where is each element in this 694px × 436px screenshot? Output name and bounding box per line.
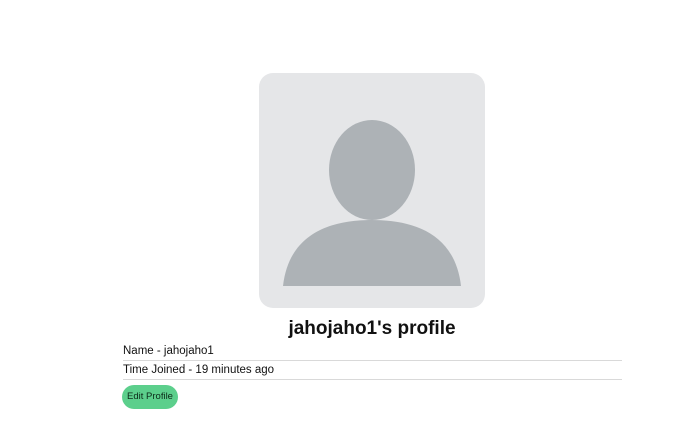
profile-avatar bbox=[259, 73, 485, 308]
profile-title: jahojaho1's profile bbox=[288, 318, 456, 339]
profile-name-row: Name - jahojaho1 bbox=[123, 343, 622, 361]
edit-profile-button[interactable]: Edit Profile bbox=[122, 385, 178, 409]
default-user-avatar-icon bbox=[283, 120, 461, 286]
profile-time-joined-row: Time Joined - 19 minutes ago bbox=[123, 362, 622, 380]
profile-page: jahojaho1's profile Name - jahojaho1 Tim… bbox=[0, 0, 694, 436]
profile-info-list: Name - jahojaho1 Time Joined - 19 minute… bbox=[123, 343, 622, 380]
